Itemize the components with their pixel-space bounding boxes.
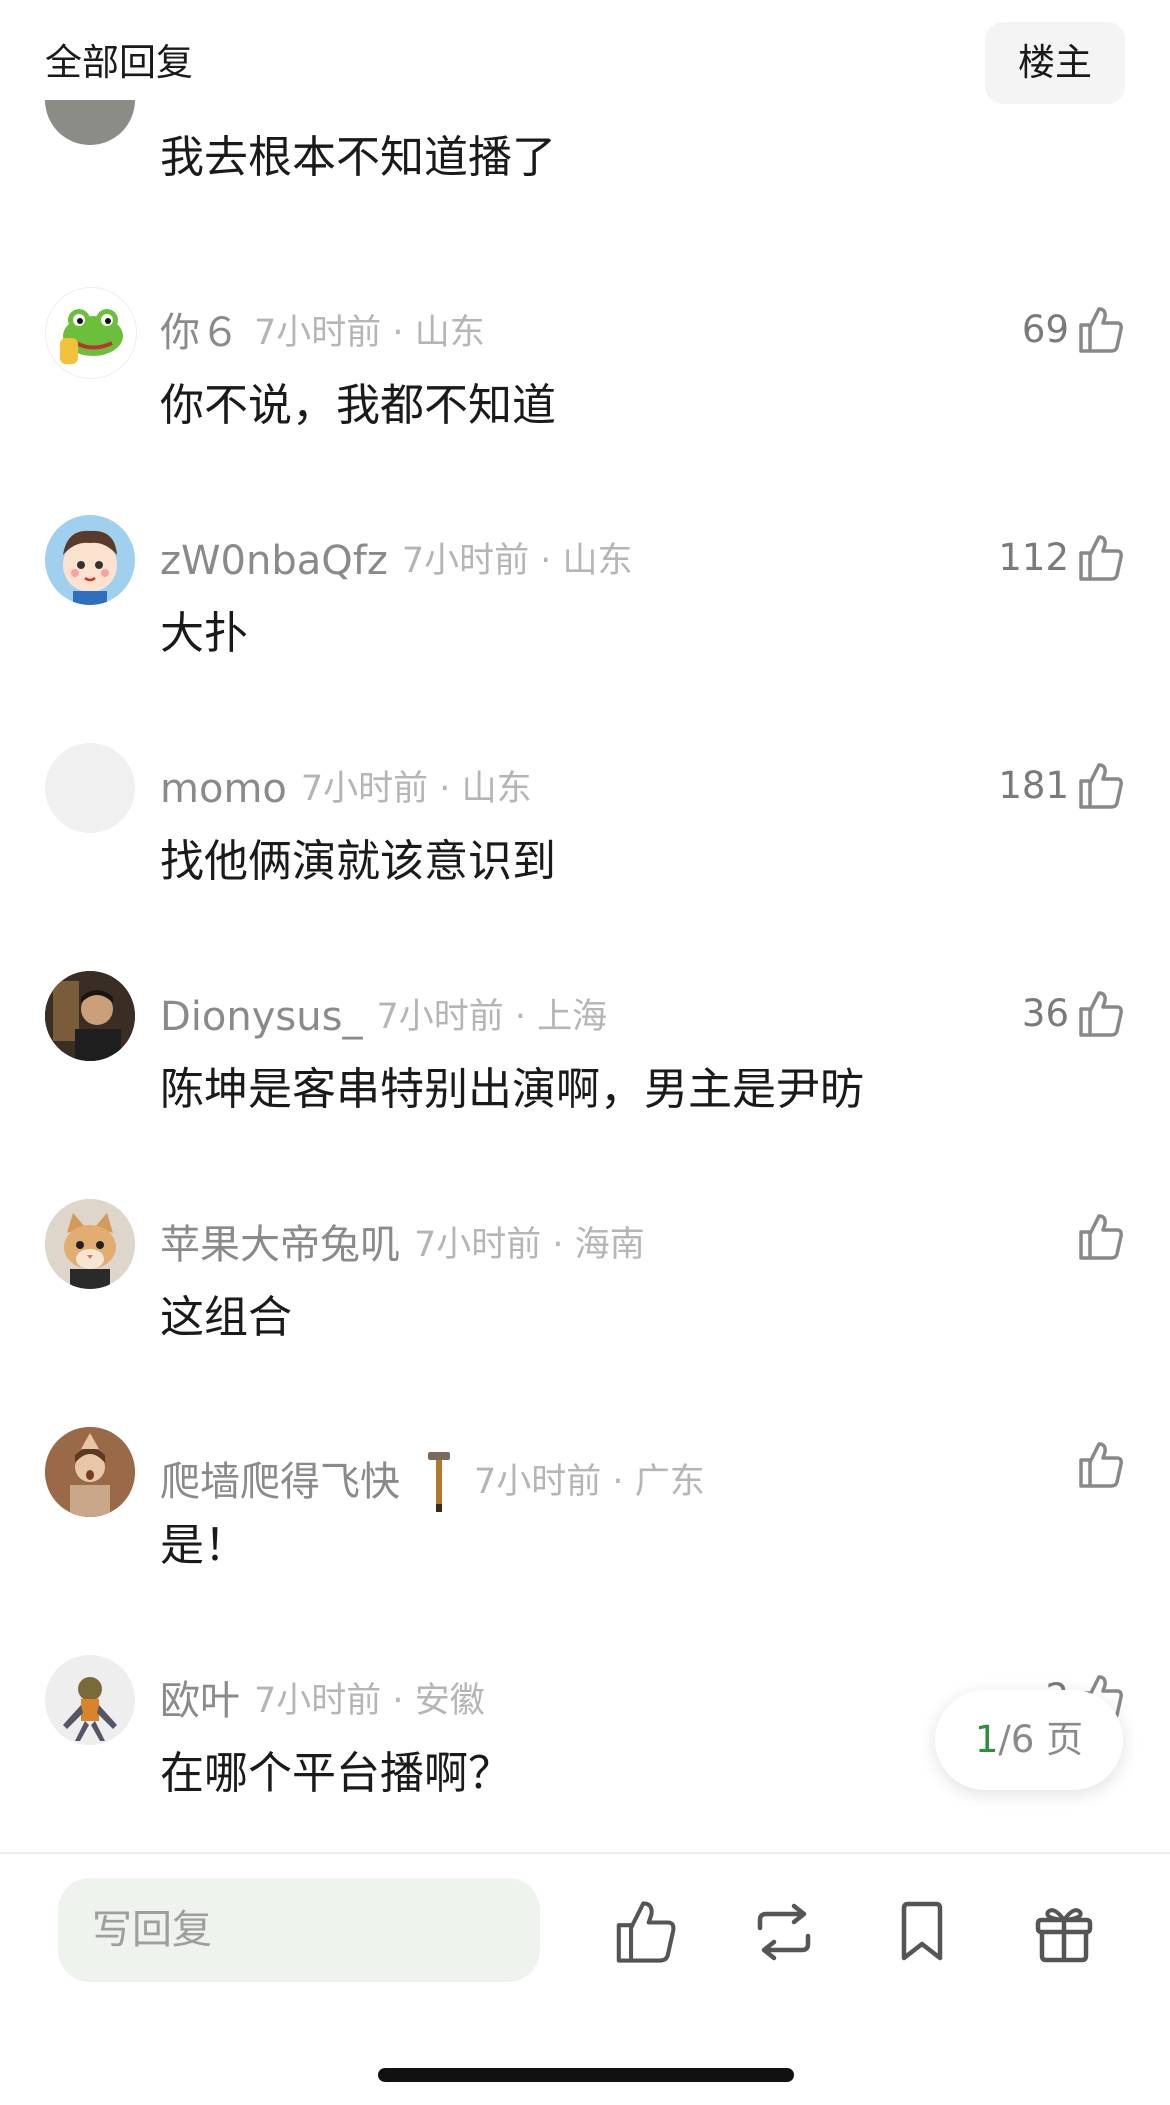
comment-item: momo 7小时前 · 山东 181 找他俩演就该意识到: [0, 726, 1170, 954]
time-label: 7小时前 · 广东: [474, 1462, 705, 1502]
avatar[interactable]: [45, 100, 135, 145]
comment-item: 苹果大帝兔叽 7小时前 · 海南 这组合: [0, 1182, 1170, 1410]
photo-avatar[interactable]: [45, 971, 135, 1061]
page-separator: /: [998, 1718, 1011, 1761]
repost-icon[interactable]: [750, 1898, 818, 1966]
time-label: 7小时前 · 山东: [254, 313, 485, 353]
like-count: 181: [998, 764, 1069, 807]
person-avatar[interactable]: [45, 1427, 135, 1517]
comment-text: 陈坤是客串特别出演啊，男主是尹昉: [160, 1064, 864, 1115]
username[interactable]: Dionysus_: [160, 994, 362, 1040]
like-count: 69: [1021, 308, 1069, 351]
username[interactable]: zW0nbaQfz: [160, 538, 388, 584]
hammer-badge-icon: [426, 1450, 452, 1514]
username[interactable]: 爬墙爬得飞快: [160, 1459, 400, 1505]
comment-item: 爬墙爬得飞快 7小时前 · 广东 是！: [0, 1410, 1170, 1638]
reply-input[interactable]: 写回复: [58, 1878, 540, 1982]
username[interactable]: 你６: [160, 310, 240, 356]
comment-text: 是！: [160, 1520, 248, 1571]
comment-meta: zW0nbaQfz 7小时前 · 山东: [160, 538, 633, 584]
comment-meta: 你６ 7小时前 · 山东: [160, 310, 485, 356]
comment-item: Dionysus_ 7小时前 · 上海 36 陈坤是客串特别出演啊，男主是尹昉: [0, 954, 1170, 1182]
like-button[interactable]: 112: [998, 528, 1125, 588]
comment-meta: Dionysus_ 7小时前 · 上海: [160, 994, 607, 1040]
bookmark-icon[interactable]: [888, 1898, 956, 1966]
robot-avatar[interactable]: [45, 1655, 135, 1745]
like-button[interactable]: [1069, 1212, 1125, 1272]
comment-meta: 欧叶 7小时前 · 安徽: [160, 1678, 485, 1724]
like-count: 112: [998, 536, 1069, 579]
current-page: 1: [974, 1718, 999, 1761]
comment-meta: 苹果大帝兔叽 7小时前 · 海南: [160, 1222, 645, 1268]
comment-item: zW0nbaQfz 7小时前 · 山东 112 大扑: [0, 498, 1170, 726]
only-op-button[interactable]: 楼主: [985, 22, 1125, 104]
username[interactable]: 苹果大帝兔叽: [160, 1222, 400, 1268]
time-label: 7小时前 · 海南: [414, 1225, 645, 1265]
time-label: 7小时前 · 山东: [401, 541, 633, 581]
total-pages: 6: [1010, 1718, 1035, 1761]
reply-placeholder: 写回复: [92, 1907, 212, 1953]
comment-meta: 爬墙爬得飞快 7小时前 · 广东: [160, 1450, 705, 1512]
time-label: 7小时前 · 山东: [300, 769, 532, 809]
bottom-action-bar: 写回复: [0, 1852, 1170, 2105]
thumbs-up-icon: [1077, 989, 1125, 1039]
comment-text: 在哪个平台播啊？: [160, 1748, 512, 1799]
gift-icon[interactable]: [1030, 1898, 1098, 1966]
thumbs-up-icon: [1077, 533, 1125, 583]
like-count: 36: [1021, 992, 1069, 1035]
like-button[interactable]: 69: [1022, 300, 1125, 360]
like-button[interactable]: [1069, 1440, 1125, 1500]
thumbs-up-icon: [1077, 1440, 1125, 1490]
page-indicator[interactable]: 1/6 页: [935, 1690, 1123, 1790]
thumbs-up-icon[interactable]: [612, 1898, 680, 1966]
blank-avatar[interactable]: [45, 743, 135, 833]
cartoon-baby-avatar[interactable]: [45, 515, 135, 605]
comment-text: 大扑: [160, 608, 248, 659]
top-header: 全部回复 楼主: [0, 0, 1170, 120]
home-indicator[interactable]: [378, 2068, 794, 2082]
username[interactable]: momo: [160, 766, 287, 812]
comment-text: 我去根本不知道播了: [160, 132, 556, 183]
frog-avatar[interactable]: [45, 287, 137, 379]
thumbs-up-icon: [1077, 1212, 1125, 1262]
comment-item: 你６ 7小时前 · 山东 69 你不说，我都不知道: [0, 270, 1170, 498]
cat-avatar[interactable]: [45, 1199, 135, 1289]
page-unit: 页: [1046, 1718, 1084, 1761]
time-label: 7小时前 · 安徽: [254, 1681, 485, 1721]
username[interactable]: 欧叶: [160, 1678, 240, 1724]
comment-meta: momo 7小时前 · 山东: [160, 766, 532, 812]
time-label: 7小时前 · 上海: [376, 997, 608, 1037]
thumbs-up-icon: [1077, 761, 1125, 811]
comment-text: 这组合: [160, 1292, 292, 1343]
like-button[interactable]: 36: [1022, 984, 1125, 1044]
page-title: 全部回复: [45, 41, 193, 84]
like-button[interactable]: 181: [998, 756, 1125, 816]
thumbs-up-icon: [1077, 305, 1125, 355]
comment-text: 找他俩演就该意识到: [160, 836, 556, 887]
comment-text: 你不说，我都不知道: [160, 380, 556, 431]
